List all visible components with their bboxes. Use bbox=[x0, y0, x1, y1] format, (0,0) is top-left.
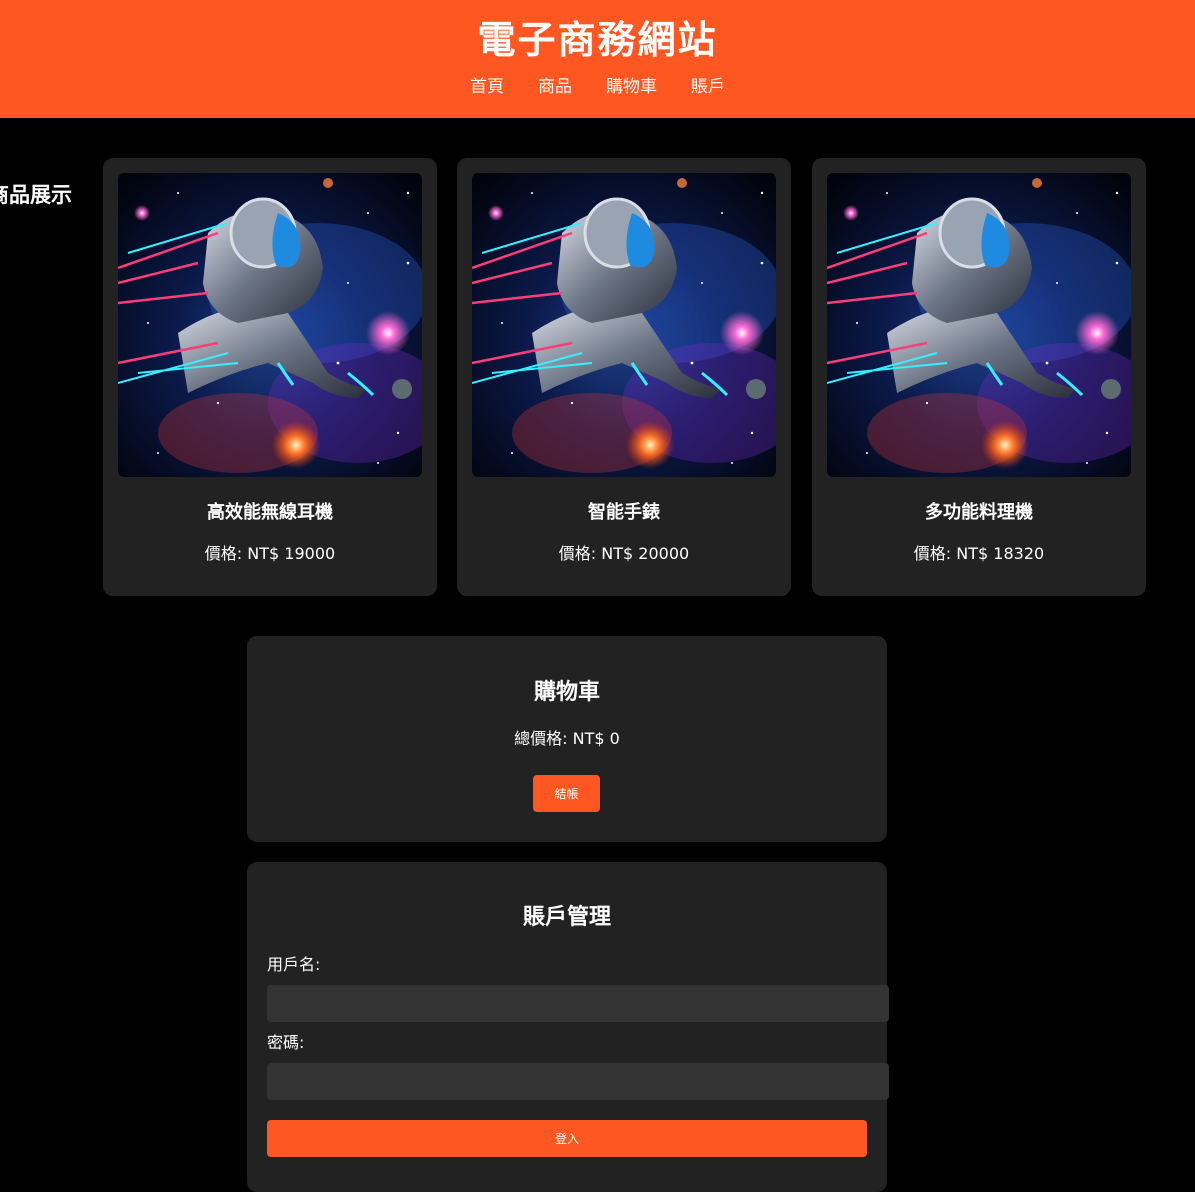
login-button[interactable]: 登入 bbox=[267, 1120, 867, 1157]
site-header: 電子商務網站 首頁 商品 購物車 賬戶 bbox=[0, 0, 1195, 118]
account-title: 賬戶管理 bbox=[522, 905, 611, 930]
nav-home[interactable]: 首頁 bbox=[470, 74, 504, 100]
account-panel: 賬戶管理 用戶名: 密碼: 登入 bbox=[247, 862, 889, 1192]
nav-cart[interactable]: 購物車 bbox=[606, 74, 657, 100]
products-section-title: 商品展示 bbox=[0, 183, 72, 207]
site-title: 電子商務網站 bbox=[477, 18, 718, 62]
product-price: 價格: NT$ 19000 bbox=[204, 544, 336, 563]
cart-title: 購物車 bbox=[533, 680, 600, 705]
product-image[interactable] bbox=[472, 173, 776, 477]
cart-panel: 購物車 總價格: NT$ 0 結帳 bbox=[247, 636, 887, 842]
product-name: 高效能無線耳機 bbox=[207, 502, 333, 523]
password-label: 密碼: bbox=[267, 1033, 305, 1052]
main-nav: 首頁 商品 購物車 賬戶 bbox=[0, 74, 1195, 100]
cart-total: 總價格: NT$ 0 bbox=[514, 729, 620, 748]
product-price: 價格: NT$ 18320 bbox=[913, 544, 1045, 563]
password-input[interactable] bbox=[267, 1063, 889, 1100]
product-name: 多功能料理機 bbox=[925, 502, 1033, 523]
product-image[interactable] bbox=[118, 173, 422, 477]
username-label: 用戶名: bbox=[267, 955, 321, 974]
product-image[interactable] bbox=[827, 173, 1131, 477]
nav-products[interactable]: 商品 bbox=[538, 74, 572, 100]
nav-account[interactable]: 賬戶 bbox=[691, 74, 725, 100]
product-card[interactable]: 多功能料理機 價格: NT$ 18320 bbox=[812, 158, 1146, 596]
product-name: 智能手錶 bbox=[588, 502, 660, 523]
username-input[interactable] bbox=[267, 985, 889, 1022]
product-price: 價格: NT$ 20000 bbox=[558, 544, 690, 563]
product-card[interactable]: 高效能無線耳機 價格: NT$ 19000 bbox=[103, 158, 437, 596]
checkout-button[interactable]: 結帳 bbox=[533, 775, 600, 812]
product-card[interactable]: 智能手錶 價格: NT$ 20000 bbox=[457, 158, 791, 596]
